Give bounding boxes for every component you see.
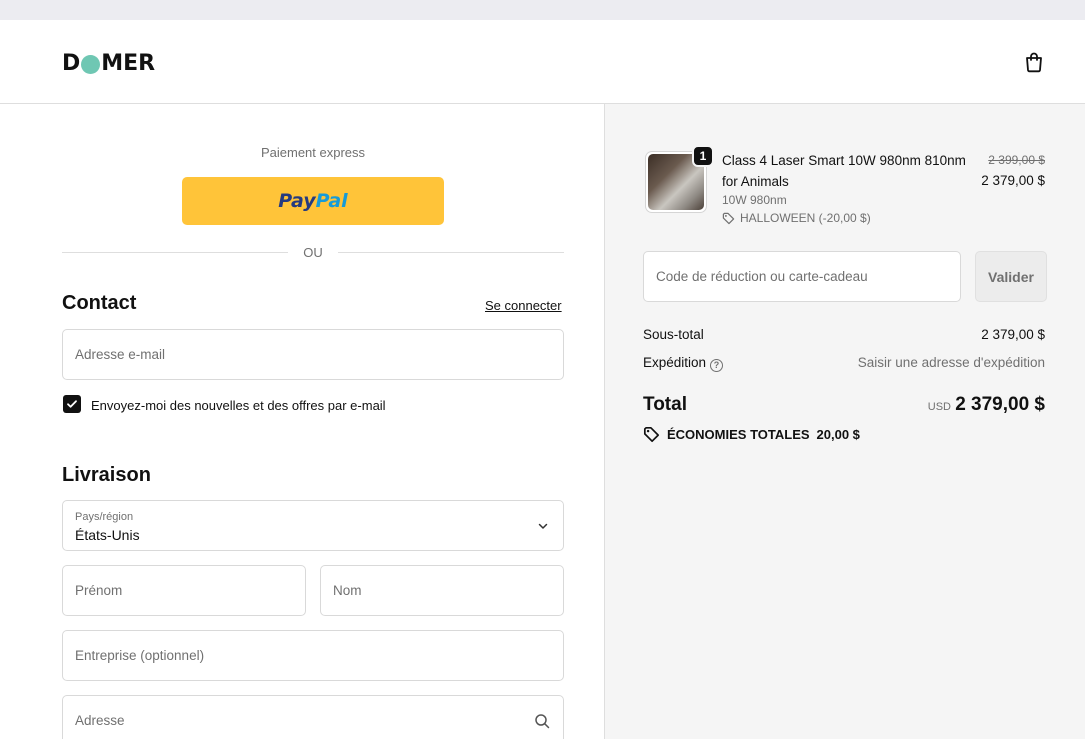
or-divider-left [62, 252, 288, 253]
first-name-input[interactable] [63, 566, 305, 615]
quantity-badge: 1 [692, 145, 714, 167]
product-price-new: 2 379,00 $ [981, 173, 1045, 188]
shipping-row: Expédition? [643, 355, 724, 372]
savings-label: ÉCONOMIES TOTALES [667, 427, 810, 442]
product-discount-label: HALLOWEEN (-20,00 $) [740, 211, 871, 225]
address-input[interactable] [63, 696, 563, 739]
currency-code: USD [927, 401, 951, 413]
search-icon[interactable] [534, 713, 550, 729]
validate-button[interactable]: Valider [975, 251, 1047, 302]
last-name-field [320, 565, 564, 616]
total-label: Total [643, 394, 687, 415]
newsletter-checkbox[interactable] [63, 395, 81, 413]
first-name-field [62, 565, 306, 616]
discount-code-field [643, 251, 961, 302]
shipping-label: Expédition [643, 355, 707, 370]
tag-icon [722, 212, 735, 224]
domer-logo[interactable]: D MER [62, 50, 156, 76]
chevron-down-icon [538, 523, 548, 529]
product-price-old: 2 399,00 $ [988, 153, 1045, 167]
country-select-value: États-Unis [75, 527, 140, 543]
browser-top-strip [0, 0, 1085, 20]
delivery-title: Livraison [62, 464, 151, 486]
contact-title: Contact [62, 292, 137, 314]
shopping-bag-icon[interactable] [1022, 50, 1046, 74]
site-header: D MER [0, 20, 1085, 104]
logo-text-start: D [62, 50, 81, 76]
express-checkout-title: Paiement express [260, 145, 366, 160]
logo-text-end: MER [101, 50, 156, 76]
company-input[interactable] [63, 631, 563, 680]
last-name-input[interactable] [321, 566, 563, 615]
subtotal-value: 2 379,00 $ [981, 327, 1045, 342]
company-field [62, 630, 564, 681]
product-discount: HALLOWEEN (-20,00 $) [722, 211, 871, 225]
country-select-label: Pays/région [75, 511, 134, 523]
subtotal-label: Sous-total [643, 327, 704, 342]
shipping-value: Saisir une adresse d'expédition [857, 355, 1045, 370]
paypal-logo-pay: Pay [278, 190, 316, 212]
savings-value: 20,00 $ [816, 427, 860, 442]
order-summary: 1 Class 4 Laser Smart 10W 980nm 810nm fo… [604, 104, 1085, 739]
or-label: OU [303, 245, 323, 260]
total-savings: ÉCONOMIES TOTALES 20,00 $ [643, 426, 860, 443]
checkout-form: Paiement express Pay Pal OU Contact Se co… [0, 104, 604, 739]
help-icon[interactable]: ? [710, 359, 724, 372]
paypal-button[interactable]: Pay Pal [182, 177, 444, 225]
newsletter-label: Envoyez-moi des nouvelles et des offres … [91, 398, 386, 413]
email-input[interactable] [63, 330, 563, 379]
login-link[interactable]: Se connecter [485, 298, 562, 313]
logo-o-circle [81, 54, 101, 74]
product-name: Class 4 Laser Smart 10W 980nm 810nm for … [722, 153, 966, 189]
or-divider-right [338, 252, 564, 253]
tag-icon [643, 426, 660, 443]
check-icon [67, 400, 77, 408]
address-field [62, 695, 564, 739]
email-field [62, 329, 564, 380]
country-select[interactable]: Pays/région États-Unis [62, 500, 564, 551]
total-value: 2 379,00 $ [955, 394, 1045, 415]
product-variant: 10W 980nm [722, 193, 787, 207]
discount-code-input[interactable] [644, 252, 960, 301]
paypal-logo-pal: Pal [315, 190, 348, 212]
